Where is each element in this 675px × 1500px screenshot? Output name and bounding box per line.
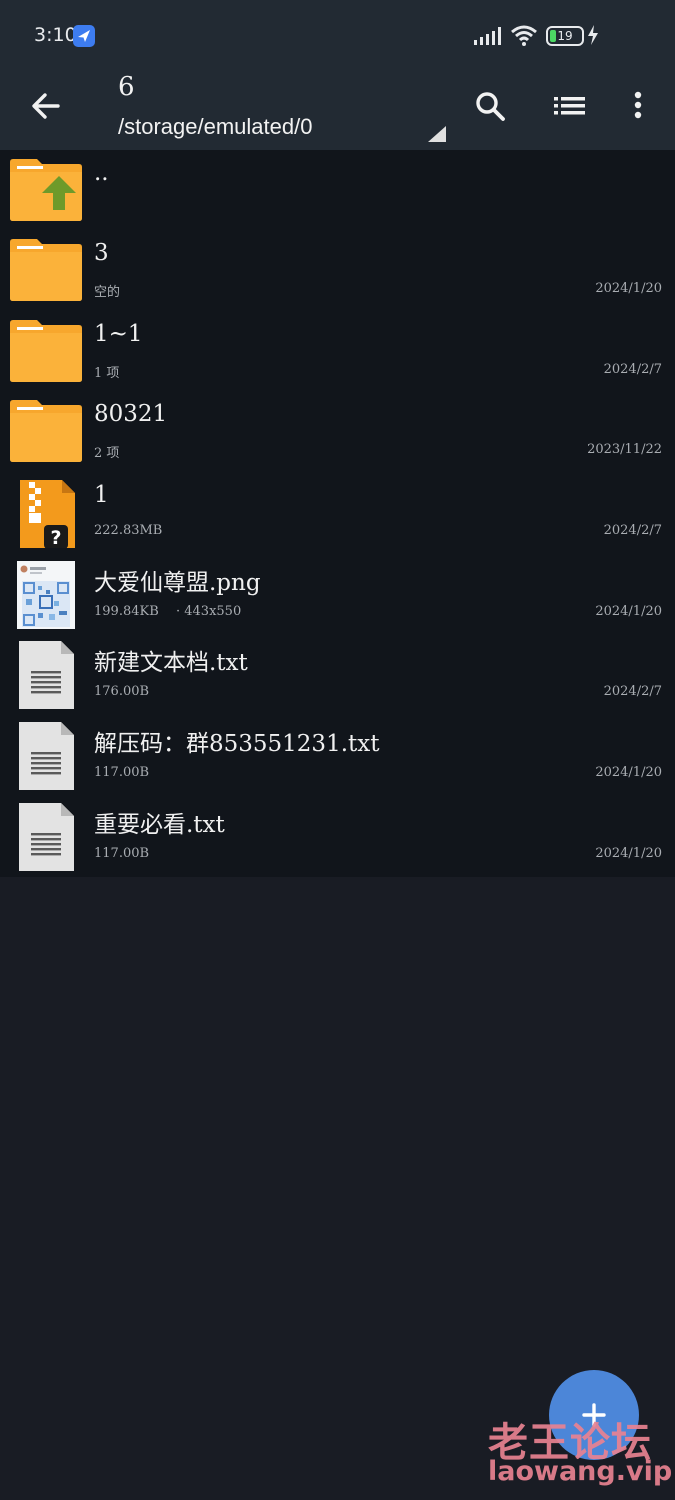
- file-name: 大爱仙尊盟.png: [94, 570, 261, 596]
- list-item-folder[interactable]: 3 空的 2024/1/20: [0, 230, 675, 310]
- more-icon: [634, 91, 642, 119]
- image-thumbnail: [17, 561, 75, 629]
- watermark-url: laowang.vip: [488, 1456, 673, 1487]
- list-item-file[interactable]: 重要必看.txt 117.00B 2024/1/20: [0, 795, 675, 875]
- status-bar: 3:10 19: [0, 0, 675, 72]
- file-date: 2024/2/7: [603, 362, 662, 377]
- signal-icon: [474, 27, 501, 45]
- file-size: 176.00B: [94, 684, 150, 699]
- status-time: 3:10: [34, 24, 77, 46]
- folder-up-icon: [10, 159, 82, 221]
- battery-icon: 19: [546, 26, 584, 46]
- file-date: 2023/11/22: [587, 442, 662, 457]
- list-item-file[interactable]: 大爱仙尊盟.png 199.84KB · 443x550 2024/1/20: [0, 553, 675, 633]
- file-date: 2024/1/20: [595, 765, 662, 780]
- search-icon: [476, 92, 505, 121]
- path-dropdown-icon[interactable]: [428, 126, 446, 142]
- file-name: ..: [94, 160, 109, 186]
- file-name: 新建文本档.txt: [94, 650, 248, 676]
- search-button[interactable]: [470, 86, 510, 126]
- text-file-icon: [19, 803, 74, 871]
- file-info: 1 项: [94, 366, 120, 381]
- file-info: 空的: [94, 285, 121, 300]
- charging-icon: [588, 25, 598, 45]
- svg-text:?: ?: [50, 527, 61, 548]
- list-item-file[interactable]: ? 1 222.83MB 2024/2/7: [0, 472, 675, 552]
- text-file-icon: [19, 641, 74, 709]
- list-item-file[interactable]: 解压码：群853551231.txt 117.00B 2024/1/20: [0, 714, 675, 794]
- list-item-file[interactable]: 新建文本档.txt 176.00B 2024/2/7: [0, 633, 675, 713]
- list-item-folder[interactable]: 80321 2 项 2023/11/22: [0, 391, 675, 471]
- image-dimensions: · 443x550: [176, 604, 242, 619]
- folder-icon: [10, 239, 82, 301]
- file-size: 199.84KB: [94, 604, 159, 619]
- file-size: 222.83MB: [94, 523, 163, 538]
- file-name: 解压码：群853551231.txt: [94, 731, 380, 757]
- app-toolbar: 6 /storage/emulated/0: [0, 72, 675, 150]
- list-item-folder[interactable]: 1~1 1 项 2024/2/7: [0, 311, 675, 391]
- file-size: 117.00B: [94, 765, 150, 780]
- file-name: 3: [94, 240, 109, 266]
- more-options-button[interactable]: [618, 86, 658, 126]
- file-date: 2024/2/7: [603, 523, 662, 538]
- file-list: .. 3 空的 2024/1/20 1~1 1 项 2024/2/7 80321…: [0, 150, 675, 877]
- back-button[interactable]: [26, 86, 66, 126]
- unknown-archive-icon: ?: [20, 480, 75, 548]
- list-view-icon: [554, 97, 585, 115]
- file-date: 2024/2/7: [603, 684, 662, 699]
- file-date: 2024/1/20: [595, 846, 662, 861]
- folder-icon: [10, 400, 82, 462]
- back-icon: [32, 93, 60, 119]
- battery-level: 19: [557, 29, 573, 43]
- path-label[interactable]: /storage/emulated/0: [118, 114, 312, 140]
- file-info: 2 项: [94, 446, 120, 461]
- file-date: 2024/1/20: [595, 281, 662, 296]
- list-view-button[interactable]: [549, 86, 589, 126]
- folder-title: 6: [118, 72, 135, 102]
- text-file-icon: [19, 722, 74, 790]
- file-name: 80321: [94, 401, 168, 427]
- list-item-parent[interactable]: ..: [0, 150, 675, 230]
- folder-icon: [10, 320, 82, 382]
- file-size: 117.00B: [94, 846, 150, 861]
- file-name: 1~1: [94, 321, 143, 347]
- notification-app-icon: [73, 25, 95, 47]
- file-date: 2024/1/20: [595, 604, 662, 619]
- file-name: 1: [94, 482, 109, 508]
- wifi-icon: [511, 25, 537, 46]
- file-name: 重要必看.txt: [94, 812, 225, 838]
